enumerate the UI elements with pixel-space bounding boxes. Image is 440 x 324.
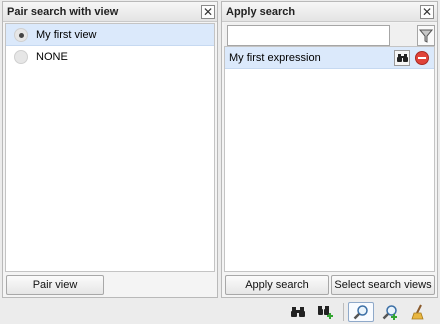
expression-list: My first expression — [224, 46, 435, 272]
filter-button[interactable] — [417, 25, 435, 46]
remove-icon[interactable] — [414, 50, 430, 66]
select-search-views-button[interactable]: Select search views — [331, 275, 435, 295]
search-input[interactable] — [227, 25, 390, 46]
binoculars-icon[interactable] — [288, 302, 308, 322]
apply-search-button[interactable]: Apply search — [225, 275, 329, 295]
pair-search-panel: Pair search with view ✕ My first view NO… — [2, 1, 218, 298]
zoom-in-icon[interactable] — [380, 302, 400, 322]
binoculars-icon[interactable] — [394, 50, 410, 66]
funnel-icon — [419, 29, 433, 43]
toolbar-separator — [343, 303, 344, 321]
search-bar — [224, 23, 435, 46]
list-item-label: NONE — [36, 51, 68, 63]
list-item[interactable]: My first view — [6, 24, 214, 46]
toolbar — [0, 300, 440, 324]
panel-title: Pair search with view — [3, 2, 217, 22]
expression-label: My first expression — [229, 51, 321, 64]
close-icon[interactable]: ✕ — [201, 5, 215, 19]
close-icon[interactable]: ✕ — [420, 5, 434, 19]
pair-view-button[interactable]: Pair view — [6, 275, 104, 295]
add-search-icon[interactable] — [316, 302, 336, 322]
list-item-label: My first view — [36, 28, 97, 41]
broom-icon[interactable] — [408, 302, 428, 322]
radio-button[interactable] — [14, 28, 28, 42]
radio-button[interactable] — [14, 50, 28, 64]
view-list: My first view NONE — [5, 23, 215, 272]
apply-search-panel: Apply search ✕ My first expression Apply… — [221, 1, 438, 298]
list-item[interactable]: My first expression — [225, 47, 434, 69]
list-item[interactable]: NONE — [6, 46, 214, 68]
zoom-icon[interactable] — [348, 302, 374, 322]
panel-title: Apply search — [222, 2, 437, 22]
